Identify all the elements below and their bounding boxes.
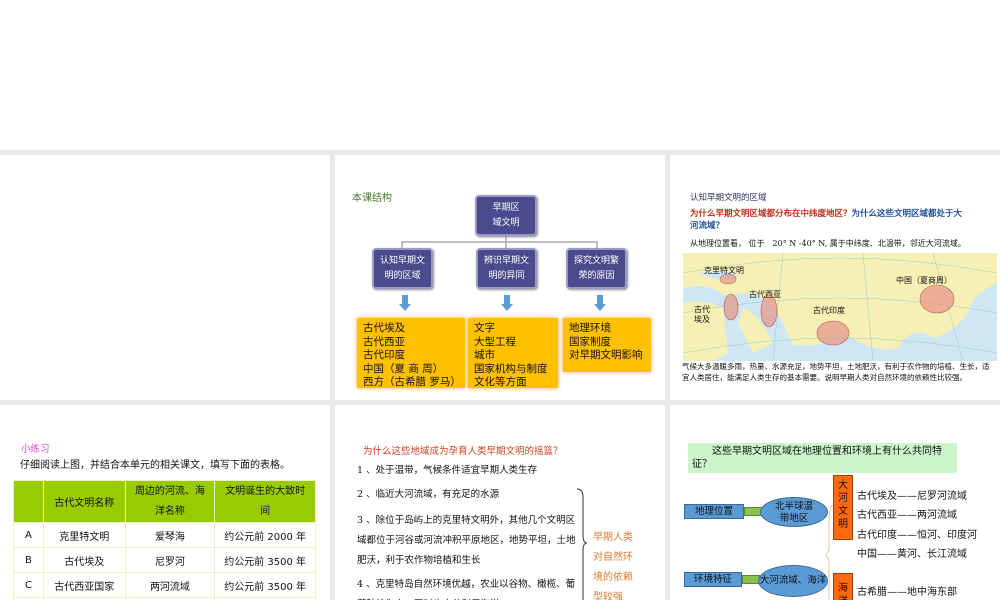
detail-box: 文字 大型工程 城市 国家机构与制度 文化等方面: [468, 318, 558, 388]
table-row: A 克里特文明 爱琴海 约公元前 2000 年: [13, 522, 316, 548]
statement: 从地理位置看， 位于 20° N -40° N, 属于中纬度、北温带，邻近大河流…: [690, 239, 966, 248]
cell: 两河流域: [124, 572, 216, 598]
branch-node: 探究文明繁荣的原因: [566, 248, 627, 289]
instruction: 仔细阅读上图，并结合本单元的相关课文，填写下面的表格。: [20, 460, 290, 471]
oval-environment: 大河流域、海洋: [758, 565, 828, 597]
label-environment: 环境特征: [684, 572, 742, 587]
group-ocean: 海洋: [833, 573, 853, 600]
group-river: 大河文明: [833, 475, 853, 540]
detail-item: 文化等方面: [474, 376, 527, 388]
item: 古代印度——恒河、印度河: [857, 530, 977, 541]
slide-thumbnail-5[interactable]: 为什么这些地域成为孕育人类早期文明的摇篮？ 1 、处于温带，气候条件适宜早期人类…: [335, 405, 665, 600]
question: 为什么早期文明区域都分布在中纬度地区？为什么这些文明区域都处于大河流域？: [690, 208, 970, 232]
point-1: 1 、处于温带，气候条件适宜早期人类生存: [357, 465, 538, 476]
header-cell: 古代文明名称: [42, 480, 126, 523]
cell: 古代西亚国家: [42, 572, 126, 598]
detail-item: 国家机构与制度: [474, 362, 548, 375]
map-label-crete: 克里特文明: [704, 266, 744, 275]
detail-item: 西方（古希腊 罗马）: [363, 376, 461, 388]
brace-icon: [576, 488, 587, 600]
cell: 古代埃及: [42, 547, 126, 573]
detail-item: 城市: [474, 349, 495, 361]
table-row: B 古代埃及 尼罗河 约公元前 3500 年: [13, 547, 316, 573]
table-row: C 古代西亚国家 两河流域 约公元前 3500 年: [13, 572, 316, 598]
oval-location: 北半球温带地区: [760, 497, 828, 527]
map-label-india: 古代印度: [813, 306, 845, 315]
point-3: 3 、除位于岛屿上的克里特文明外，其他几个文明区域都位于河谷或河流冲积平原地区，…: [357, 515, 576, 566]
down-arrow-icon: [399, 295, 411, 311]
map-label-china: 中国（夏商周）: [896, 276, 952, 285]
detail-box: 地理环境 国家制度 对早期文明影响: [563, 318, 651, 372]
detail-item: 大型工程: [474, 335, 516, 348]
cell: 约公元前 3500 年: [214, 547, 316, 573]
detail-item: 中国（夏 商 周）: [363, 362, 444, 375]
item: 古代西亚——两河流域: [857, 510, 957, 521]
detail-item: 地理环境: [569, 322, 611, 334]
label-location: 地理位置: [684, 504, 744, 519]
item: 古代埃及——尼罗河流域: [857, 491, 967, 502]
practice-table: 古代文明名称 周边的河流、海洋名称 文明诞生的大致时间 A 克里特文明 爱琴海 约公元前 …: [13, 480, 316, 600]
slide-thumbnail-1[interactable]: [0, 155, 330, 400]
cell: 克里特文明: [42, 522, 126, 548]
slide-title: 认知早期文明的区域: [690, 193, 767, 203]
detail-item: 古代印度: [363, 349, 405, 361]
row-key: A: [13, 522, 44, 548]
point-4: 4 、克里特岛自然环境优越，农业以谷物、橄榄、葡萄种植为主，同时也充分利用海洋: [357, 579, 576, 600]
slide-thumbnail-3[interactable]: 认知早期文明的区域 为什么早期文明区域都分布在中纬度地区？为什么这些文明区域都处…: [670, 155, 1000, 400]
row-key: B: [13, 547, 44, 573]
detail-item: 古代西亚: [363, 335, 405, 348]
point-2: 2 、临近大河流域，有充足的水源: [357, 489, 500, 500]
header-cell: 周边的河流、海洋名称: [124, 480, 216, 523]
slide-thumbnail-6[interactable]: 这些早期文明区域在地理位置和环境上有什么共同特征？ 地理位置 北半球温带地区 环…: [670, 405, 1000, 600]
slide-thumbnail-2[interactable]: 本课结构 早期区域文明 认知早期文明的区域 辨识早期文明的异同 探究文明繁荣的原…: [335, 155, 665, 400]
item: 古希腊——地中海东部: [857, 587, 957, 598]
detail-box: 古代埃及 古代西亚 古代印度 中国（夏 商 周） 西方（古希腊 罗马）: [357, 318, 465, 388]
cell: 约公元前 2000 年: [214, 522, 316, 548]
detail-item: 国家制度: [569, 335, 611, 348]
down-arrow-icon: [501, 295, 513, 311]
branch-node: 认知早期文明的区域: [372, 248, 433, 289]
down-arrow-icon: [594, 295, 606, 311]
item: 中国——黄河、长江流域: [857, 549, 967, 560]
question-red: 为什么早期文明区域都分布在中纬度地区？: [690, 209, 852, 219]
table-header: 古代文明名称 周边的河流、海洋名称 文明诞生的大致时间: [13, 480, 316, 523]
slide-thumbnail-0[interactable]: [0, 0, 1000, 150]
map-label-egypt: 古代埃及: [694, 305, 710, 324]
root-node: 早期区域文明: [475, 195, 537, 236]
conclusion: 气候大多温暖多雨，热量、水源充足，地势平坦，土地肥沃，有利于农作物的培植、生长，…: [682, 362, 990, 382]
cell: 爱琴海: [124, 522, 216, 548]
detail-item: 古代埃及: [363, 322, 405, 334]
cell: 约公元前 3500 年: [214, 572, 316, 598]
slide-title: 小练习: [21, 444, 50, 455]
slide-question: 这些早期文明区域在地理位置和环境上有什么共同特征？: [688, 443, 957, 473]
detail-item: 文字: [474, 322, 495, 334]
header-cell: [13, 480, 44, 523]
cell: 尼罗河: [124, 547, 216, 573]
map-label-west-asia: 古代西亚: [749, 290, 781, 299]
slide-question: 为什么这些地域成为孕育人类早期文明的摇篮？: [363, 446, 563, 457]
row-key: C: [13, 572, 44, 598]
branch-node: 辨识早期文明的异同: [476, 248, 537, 289]
slide-thumbnail-4[interactable]: 小练习 仔细阅读上图，并结合本单元的相关课文，填写下面的表格。 古代文明名称 周边…: [0, 405, 330, 600]
header-cell: 文明诞生的大致时间: [214, 480, 316, 523]
summary: 早期人类对自然环境的依赖型较强: [593, 532, 633, 600]
detail-item: 对早期文明影响: [569, 349, 643, 361]
